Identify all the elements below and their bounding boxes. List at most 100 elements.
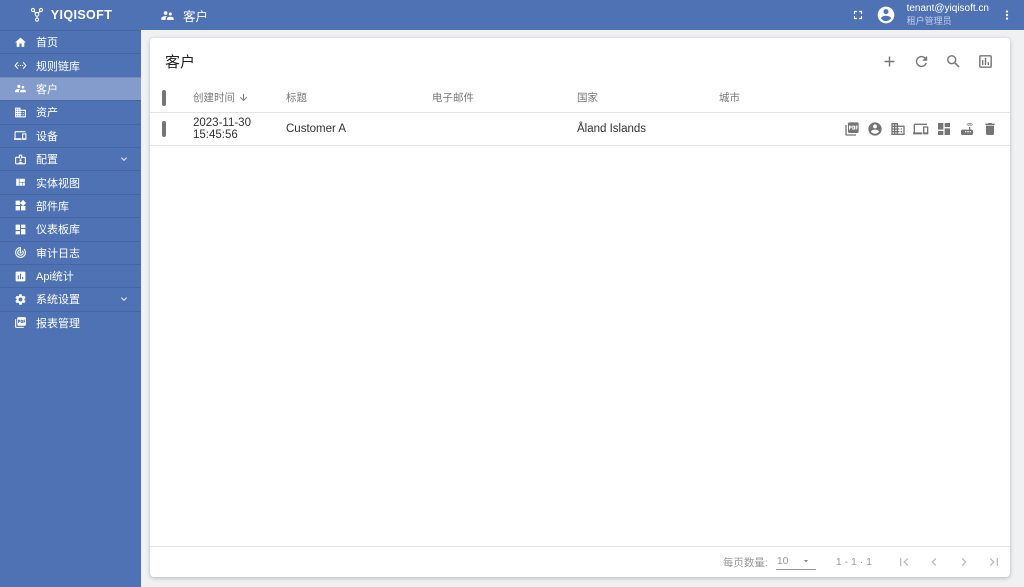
customers-icon bbox=[161, 10, 174, 20]
topbar: 客户 tenant@yiqisoft.cn 租户管理员 bbox=[141, 0, 1024, 30]
entity-views-icon bbox=[16, 178, 25, 186]
home-icon bbox=[15, 37, 26, 47]
refresh-button[interactable] bbox=[913, 53, 930, 70]
manage-customer-dashboards-button[interactable] bbox=[936, 121, 952, 137]
page-size-value: 10 bbox=[776, 554, 789, 567]
manage-customer-users-button[interactable] bbox=[867, 121, 883, 137]
next-page-button[interactable] bbox=[956, 554, 972, 570]
trash-icon bbox=[985, 123, 995, 135]
settings-icon bbox=[15, 294, 26, 305]
column-header-created-time[interactable]: 创建时间 bbox=[193, 90, 235, 105]
sidebar-item-widgets[interactable]: 部件库 bbox=[0, 193, 141, 217]
sidebar-item-api-usage[interactable]: Api统计 bbox=[0, 263, 141, 287]
table-empty-space bbox=[150, 146, 1010, 546]
sidebar-item-label: 部件库 bbox=[36, 200, 69, 213]
assets-icon bbox=[15, 107, 26, 118]
devices-icon bbox=[913, 123, 929, 135]
search-button[interactable] bbox=[945, 53, 962, 70]
chevron-down-icon[interactable] bbox=[118, 293, 130, 305]
delete-customer-button[interactable] bbox=[982, 121, 998, 137]
dashboards-icon bbox=[15, 224, 26, 235]
add-customer-button[interactable] bbox=[881, 53, 898, 70]
chevron-down-icon[interactable] bbox=[118, 153, 130, 165]
report-pdf-icon bbox=[845, 122, 859, 136]
cell-country: Åland Islands bbox=[577, 123, 647, 135]
sidebar-item-customers[interactable]: 客户 bbox=[0, 76, 141, 101]
dashboard-icon bbox=[938, 123, 950, 135]
sidebar-item-rule-chains[interactable]: 规则链库 bbox=[0, 53, 141, 76]
sidebar-item-label: 设备 bbox=[36, 130, 58, 143]
column-header-email[interactable]: 电子邮件 bbox=[432, 90, 577, 105]
manage-customer-edges-button[interactable] bbox=[959, 121, 975, 137]
sidebar-item-profiles[interactable]: 配置 bbox=[0, 146, 141, 170]
card-header: 客户 bbox=[150, 38, 1010, 83]
sidebar-item-system-settings[interactable]: 系统设置 bbox=[0, 287, 141, 310]
content-area: 客户 创建时间 标题 电子邮件 国家 城市 2023-11-30 15:45:5… bbox=[141, 30, 1024, 587]
fullscreen-icon bbox=[853, 10, 862, 20]
add-icon bbox=[884, 56, 895, 67]
sidebar-item-label: 系统设置 bbox=[36, 294, 80, 307]
devices-icon bbox=[14, 131, 27, 141]
profiles-icon bbox=[15, 154, 26, 165]
sidebar-item-entity-views[interactable]: 实体视图 bbox=[0, 170, 141, 193]
sidebar-item-audit-logs[interactable]: 审计日志 bbox=[0, 240, 141, 264]
sidebar-item-label: 资产 bbox=[36, 107, 58, 120]
fullscreen-button[interactable] bbox=[851, 8, 865, 22]
sidebar-item-home[interactable]: 首页 bbox=[0, 30, 141, 53]
cell-title: Customer A bbox=[286, 123, 347, 135]
main-area: 客户 tenant@yiqisoft.cn 租户管理员 客户 创建时间 标题 电… bbox=[141, 0, 1024, 587]
chevron-right-icon bbox=[961, 558, 967, 566]
sidebar-item-label: 仪表板库 bbox=[36, 224, 80, 237]
sidebar-nav: 首页 规则链库 客户 资产 设备 配置 实体视图 部件库 仪表板库 审计日志 A… bbox=[0, 30, 141, 334]
customer-report-button[interactable] bbox=[844, 121, 860, 137]
first-page-icon bbox=[900, 558, 909, 566]
breadcrumb-title: 客户 bbox=[183, 9, 209, 24]
yiqisoft-molecule-icon bbox=[30, 7, 43, 22]
widgets-icon bbox=[15, 200, 27, 211]
sidebar-item-label: 规则链库 bbox=[36, 60, 80, 73]
user-avatar[interactable] bbox=[876, 5, 896, 25]
sidebar-item-label: 报表管理 bbox=[36, 317, 80, 330]
sidebar-item-devices[interactable]: 设备 bbox=[0, 123, 141, 147]
edit-columns-button[interactable] bbox=[977, 53, 994, 70]
cell-created-time: 2023-11-30 15:45:56 bbox=[193, 117, 251, 141]
card-toolbar bbox=[881, 53, 994, 70]
previous-page-button[interactable] bbox=[926, 554, 942, 570]
last-page-button[interactable] bbox=[986, 554, 1002, 570]
row-checkbox[interactable] bbox=[162, 121, 166, 137]
user-menu-button[interactable] bbox=[1000, 8, 1014, 22]
user-circle-icon bbox=[868, 122, 882, 136]
table-header-row: 创建时间 标题 电子邮件 国家 城市 bbox=[150, 83, 1010, 113]
user-info[interactable]: tenant@yiqisoft.cn 租户管理员 bbox=[907, 3, 989, 27]
user-role: 租户管理员 bbox=[906, 15, 952, 26]
account-circle-icon bbox=[877, 6, 894, 24]
sort-desc-arrow-icon[interactable] bbox=[238, 92, 249, 103]
router-icon bbox=[961, 123, 973, 135]
column-header-title[interactable]: 标题 bbox=[286, 90, 432, 105]
first-page-button[interactable] bbox=[896, 554, 912, 570]
sidebar-item-dashboards[interactable]: 仪表板库 bbox=[0, 217, 141, 240]
brand-logo[interactable]: YIQISOFT bbox=[0, 0, 141, 30]
manage-customer-assets-button[interactable] bbox=[890, 121, 906, 137]
sidebar-item-label: 配置 bbox=[36, 154, 58, 167]
reports-icon bbox=[15, 317, 26, 329]
pagination-nav bbox=[896, 554, 1002, 570]
select-all-checkbox[interactable] bbox=[162, 89, 166, 106]
column-header-country[interactable]: 国家 bbox=[577, 90, 719, 105]
column-header-city[interactable]: 城市 bbox=[719, 90, 829, 105]
sidebar-item-label: 客户 bbox=[36, 83, 58, 96]
sidebar-item-label: 审计日志 bbox=[36, 247, 80, 260]
page-size-label: 每页数量: bbox=[722, 556, 768, 569]
sidebar-item-reports[interactable]: 报表管理 bbox=[0, 310, 141, 334]
last-page-icon bbox=[989, 558, 998, 566]
chevron-left-icon bbox=[931, 558, 937, 566]
sidebar-item-label: 首页 bbox=[36, 37, 58, 50]
sidebar-item-assets[interactable]: 资产 bbox=[0, 100, 141, 123]
table-row[interactable]: 2023-11-30 15:45:56 Customer A Åland Isl… bbox=[150, 113, 1010, 146]
more-vert-icon bbox=[1005, 10, 1009, 20]
api-usage-icon bbox=[15, 271, 26, 281]
sidebar: YIQISOFT 首页 规则链库 客户 资产 设备 配置 实体视图 部件库 仪表… bbox=[0, 0, 141, 587]
manage-customer-devices-button[interactable] bbox=[913, 121, 929, 137]
page-size-select[interactable]: 10 bbox=[775, 554, 816, 570]
dropdown-caret-icon bbox=[803, 559, 808, 562]
